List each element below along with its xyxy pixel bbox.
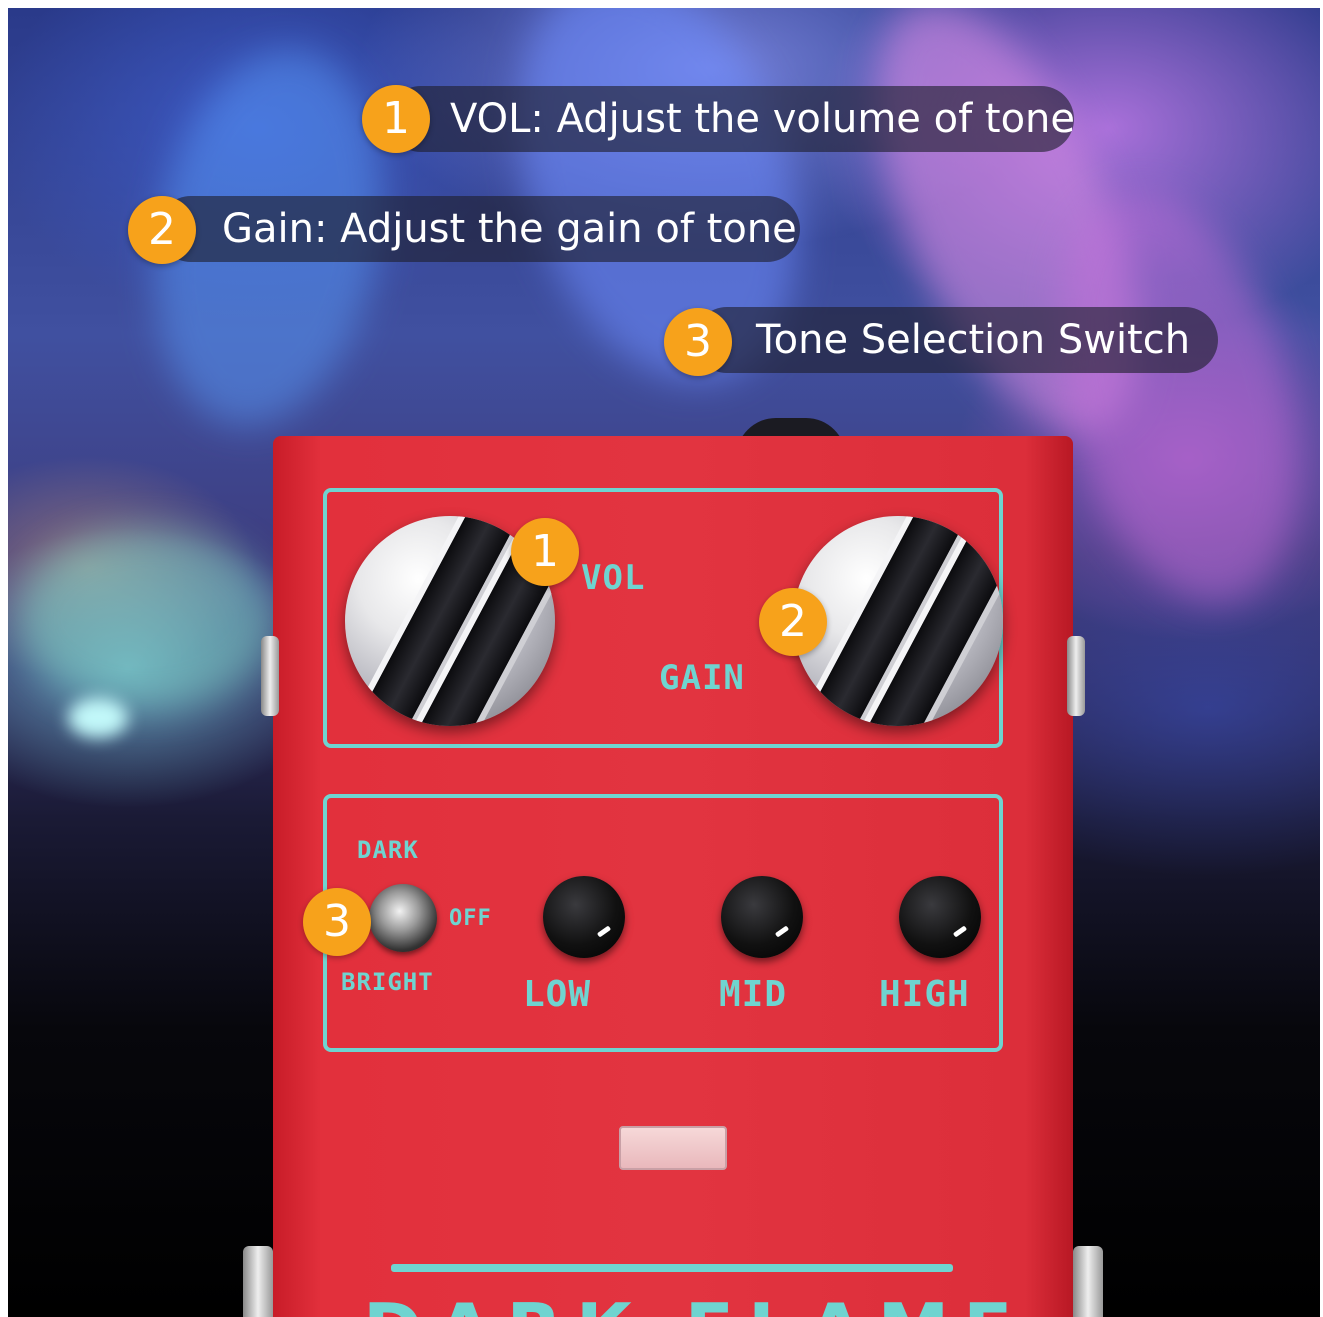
light-flare [68, 698, 128, 738]
mid-knob [721, 876, 803, 958]
guitar-pedal: VOL GAIN 1 2 DARK OFF BRIGHT 3 LOW MID H… [243, 436, 1103, 1317]
footer-rule [391, 1264, 953, 1272]
light-streak [18, 528, 278, 708]
side-jack-left [261, 636, 279, 716]
side-jack-right [1067, 636, 1085, 716]
switch-label-dark: DARK [357, 836, 419, 864]
gain-marker-badge: 2 [759, 588, 827, 656]
side-jack-right-bottom [1073, 1246, 1103, 1317]
high-label: HIGH [879, 974, 970, 1015]
mid-label: MID [719, 974, 788, 1015]
callout-switch: Tone Selection Switch [694, 307, 1218, 373]
low-knob [543, 876, 625, 958]
product-photo: VOL: Adjust the volume of tone 1 Gain: A… [8, 8, 1320, 1317]
callout-number-badge: 1 [362, 85, 430, 153]
callout-vol-text: VOL: Adjust the volume of tone [450, 96, 1076, 142]
side-jack-left-bottom [243, 1246, 273, 1317]
switch-label-bright: BRIGHT [341, 968, 434, 996]
status-led [619, 1126, 727, 1170]
low-label: LOW [523, 974, 592, 1015]
brand-name: DARK FLAME [363, 1288, 1026, 1317]
gain-label: GAIN [659, 658, 745, 698]
callout-number-badge: 3 [664, 308, 732, 376]
tone-selection-switch [369, 884, 437, 952]
vol-marker-badge: 1 [511, 518, 579, 586]
callout-vol: VOL: Adjust the volume of tone [388, 86, 1076, 152]
callout-gain: Gain: Adjust the gain of tone [158, 196, 800, 262]
switch-label-off: OFF [449, 906, 492, 931]
callout-gain-text: Gain: Adjust the gain of tone [222, 206, 797, 252]
switch-marker-badge: 3 [303, 888, 371, 956]
callout-switch-text: Tone Selection Switch [756, 317, 1191, 363]
high-knob [899, 876, 981, 958]
vol-label: VOL [581, 558, 646, 598]
callout-number-badge: 2 [128, 196, 196, 264]
